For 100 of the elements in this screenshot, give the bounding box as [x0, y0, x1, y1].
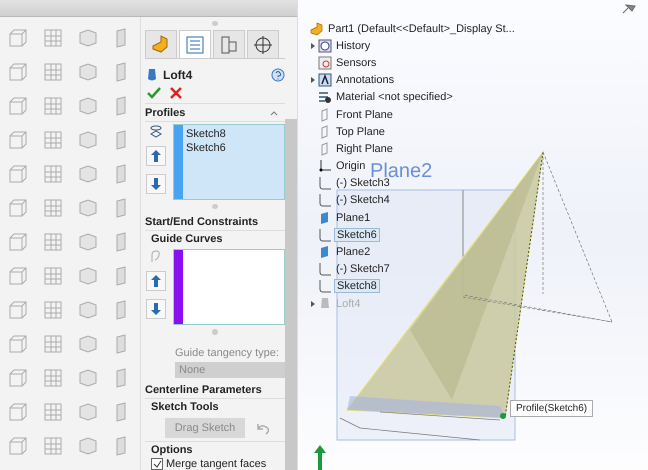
close-icon[interactable] [169, 86, 183, 100]
grid-icon[interactable] [42, 163, 64, 185]
tree-item[interactable]: Sketch8 [334, 279, 380, 294]
tree-item[interactable]: (-) Sketch3 [334, 177, 392, 190]
sketch-icon [318, 228, 332, 242]
tree-item[interactable]: Material <not specified> [334, 91, 455, 104]
sensor-icon [318, 56, 332, 70]
grid-icon[interactable] [42, 265, 64, 287]
expand-icon[interactable] [310, 300, 316, 307]
tree-item[interactable]: Top Plane [334, 126, 387, 138]
tree-item[interactable]: (-) Sketch4 [334, 194, 392, 206]
block-icon[interactable] [76, 27, 98, 49]
grid-icon[interactable] [42, 231, 64, 253]
section-header[interactable]: Sketch Tools [151, 401, 219, 414]
block-icon[interactable] [76, 367, 98, 389]
grid-icon[interactable] [42, 61, 64, 83]
panel-tab[interactable] [179, 30, 211, 58]
cube-icon[interactable] [6, 27, 28, 49]
grid-icon[interactable] [42, 95, 64, 117]
cube-icon[interactable] [6, 435, 28, 457]
tree-item[interactable]: Front Plane [334, 108, 395, 121]
resize-handle[interactable] [212, 204, 218, 210]
pin-icon[interactable] [620, 2, 638, 16]
move-down-button[interactable] [146, 174, 166, 194]
tree-item[interactable]: Sensors [334, 56, 378, 69]
list-item[interactable]: Sketch8 [186, 128, 281, 140]
selection-list[interactable] [173, 249, 285, 326]
selection-list[interactable]: Sketch8 Sketch6 [173, 124, 285, 200]
panel-tab[interactable] [213, 30, 245, 58]
section-header[interactable]: Profiles [145, 106, 186, 119]
block-icon[interactable] [76, 163, 98, 185]
section-header[interactable]: Guide Curves [151, 232, 223, 245]
sketch-icon [318, 193, 332, 208]
tree-item[interactable]: (-) Sketch7 [334, 263, 392, 276]
move-down-button[interactable] [146, 299, 166, 320]
grid-icon[interactable] [42, 129, 64, 151]
block-icon[interactable] [76, 197, 98, 219]
material-icon [318, 90, 332, 104]
origin-icon [318, 159, 332, 174]
tree-root[interactable]: Part1 (Default<<Default>_Display St... [326, 22, 517, 35]
block-icon[interactable] [76, 333, 98, 355]
resize-handle[interactable] [212, 21, 218, 26]
part-icon [310, 22, 324, 36]
field-label: Guide tangency type: [174, 346, 280, 359]
feature-title: Loft4 [163, 68, 194, 82]
expand-icon[interactable] [310, 77, 316, 84]
tooltip: Profile(Sketch6) [510, 400, 594, 417]
cube-icon[interactable] [6, 299, 28, 321]
grid-icon[interactable] [42, 299, 64, 321]
block-icon[interactable] [76, 401, 98, 423]
tree-item[interactable]: Plane2 [334, 246, 372, 258]
cube-icon[interactable] [6, 197, 28, 219]
grid-icon[interactable] [42, 435, 64, 457]
grid-icon[interactable] [42, 333, 64, 355]
grid-icon[interactable] [42, 197, 64, 219]
checkbox[interactable] [151, 458, 163, 470]
cube-icon[interactable] [6, 231, 28, 253]
block-icon[interactable] [76, 95, 98, 117]
list-item[interactable]: Sketch6 [186, 142, 281, 154]
tree-item[interactable]: Right Plane [334, 142, 395, 155]
checkbox-label[interactable]: Merge tangent faces [166, 458, 266, 470]
move-up-button[interactable] [146, 146, 166, 166]
sketch-icon [318, 176, 332, 190]
section-header[interactable]: Centerline Parameters [145, 384, 262, 396]
panel-tab[interactable] [247, 30, 279, 58]
grid-icon[interactable] [42, 367, 64, 389]
cube-icon[interactable] [6, 401, 28, 423]
tree-item[interactable]: History [334, 40, 372, 52]
expand-icon[interactable] [310, 42, 316, 49]
block-icon[interactable] [76, 129, 98, 151]
tree-item[interactable]: Annotations [334, 74, 396, 86]
block-icon[interactable] [76, 435, 98, 457]
sketch-icon [318, 262, 332, 276]
tree-item[interactable]: Plane1 [334, 212, 372, 224]
cube-icon[interactable] [6, 61, 28, 83]
scrollbar[interactable] [285, 119, 297, 470]
move-up-button[interactable] [146, 271, 166, 292]
section-header[interactable]: Options [151, 444, 193, 456]
section-header[interactable]: Start/End Constraints [145, 216, 258, 228]
grid-icon[interactable] [42, 27, 64, 49]
cube-icon[interactable] [6, 333, 28, 355]
cube-icon[interactable] [6, 163, 28, 185]
cube-icon[interactable] [6, 129, 28, 151]
list-icon [184, 34, 206, 56]
help-icon[interactable] [271, 68, 285, 82]
check-icon[interactable] [147, 86, 161, 100]
tree-item[interactable]: Sketch6 [334, 228, 380, 242]
profile-icon[interactable] [149, 124, 163, 138]
point-marker[interactable] [500, 413, 506, 419]
resize-handle[interactable] [212, 329, 218, 335]
cube-icon[interactable] [6, 265, 28, 287]
block-icon[interactable] [76, 231, 98, 253]
down-arrow-icon [149, 302, 163, 316]
block-icon[interactable] [76, 265, 98, 287]
block-icon[interactable] [76, 299, 98, 321]
block-icon[interactable] [76, 61, 98, 83]
cube-icon[interactable] [6, 95, 28, 117]
tree-item[interactable]: Origin [334, 160, 368, 172]
cube-icon[interactable] [6, 367, 28, 389]
grid-icon[interactable] [42, 401, 64, 423]
